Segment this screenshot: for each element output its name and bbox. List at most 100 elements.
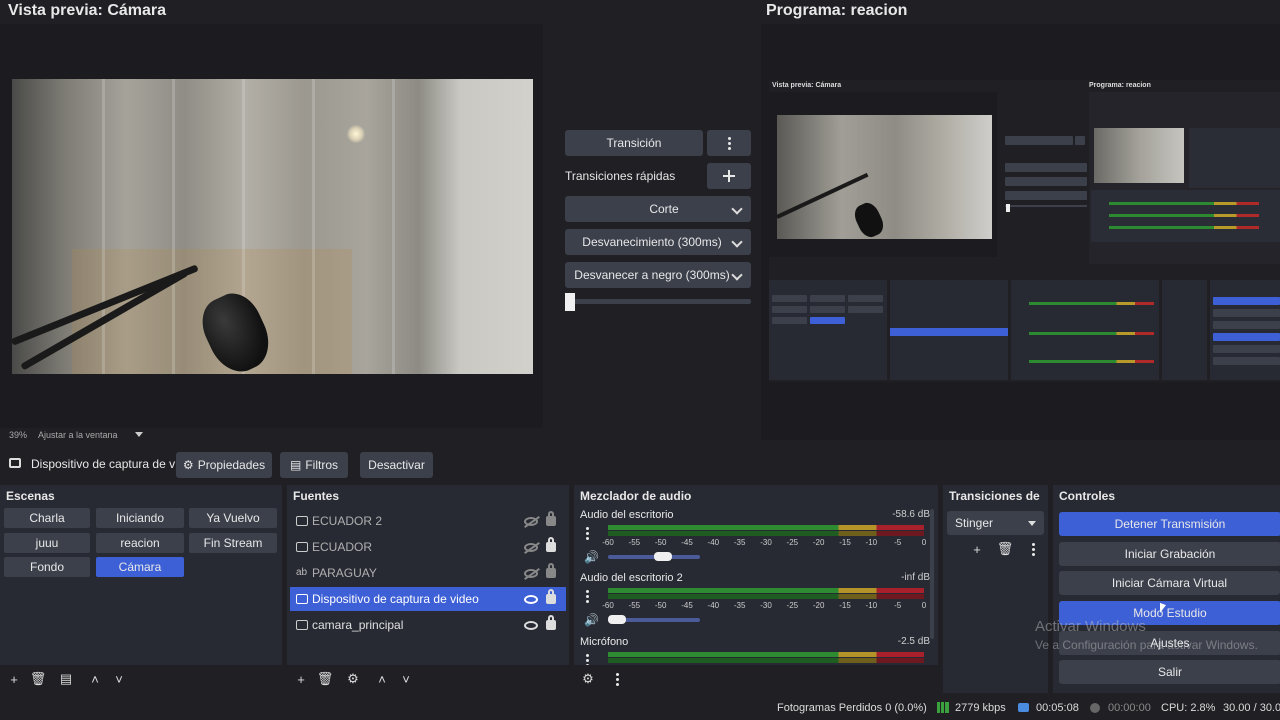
transition-select[interactable]: Stinger (947, 511, 1044, 535)
scene-filter-icon[interactable]: ▤ (59, 671, 73, 686)
volume-knob[interactable] (608, 615, 626, 624)
transition-options-button[interactable] (707, 130, 751, 156)
selected-source-name: Dispositivo de captura de v (31, 457, 176, 471)
start-recording-button[interactable]: Iniciar Grabación (1059, 542, 1280, 566)
scene-button[interactable]: Fin Stream (189, 533, 277, 553)
quick-transition-fade[interactable]: Desvanecimiento (300ms) (565, 229, 751, 255)
properties-button[interactable]: ⚙ Propiedades (176, 452, 272, 478)
scene-button[interactable]: Iniciando (96, 508, 184, 528)
activation-watermark-title: Activar Windows (1035, 618, 1146, 635)
source-toolbar: Dispositivo de captura de v ⚙ Propiedade… (0, 447, 1280, 481)
eye-off-icon[interactable] (524, 568, 538, 578)
program-title: Programa: reacion (766, 2, 908, 19)
meter-tick-label: -40 (707, 538, 720, 547)
more-vert-icon[interactable] (1026, 542, 1040, 556)
source-row[interactable]: ECUADOR (290, 535, 566, 559)
meter-tick-label: -10 (865, 601, 878, 610)
scene-button[interactable]: Charla (4, 508, 90, 528)
chevron-down-icon (731, 203, 743, 215)
lock-icon[interactable] (546, 615, 556, 630)
fit-dropdown-icon[interactable] (135, 432, 143, 437)
deactivate-label: Desactivar (368, 458, 425, 472)
source-row[interactable]: ECUADOR 2 (290, 509, 566, 533)
audio-meter (608, 658, 924, 663)
record-time: 00:00:00 (1108, 702, 1151, 714)
activation-watermark-text: Ve a Configuración para activar Windows. (1035, 638, 1258, 652)
move-up-icon[interactable]: ˄ (375, 672, 389, 687)
transition-button[interactable]: Transición (565, 130, 703, 156)
camera-preview-image (12, 79, 533, 374)
source-row[interactable]: ab PARAGUAY (290, 561, 566, 585)
fit-window-label[interactable]: Ajustar a la ventana (38, 430, 118, 440)
more-vert-icon[interactable] (586, 590, 589, 603)
move-down-icon[interactable]: ˅ (399, 672, 413, 687)
gear-icon[interactable]: ⚙ (581, 671, 595, 686)
meter-tick-label: -40 (707, 601, 720, 610)
mixer-toolbar: ⚙ (574, 665, 938, 693)
speaker-icon[interactable]: 🔊 (584, 614, 599, 626)
deactivate-button[interactable]: Desactivar (360, 452, 433, 478)
gear-icon[interactable]: ⚙ (346, 671, 360, 686)
lock-icon[interactable] (546, 563, 556, 578)
add-quick-transition-button[interactable] (707, 163, 751, 189)
lock-icon[interactable] (546, 511, 556, 526)
image-icon (296, 542, 308, 552)
add-scene-icon[interactable]: + (7, 672, 21, 687)
audio-mixer-dock: Mezclador de audio Audio del escritorio … (574, 485, 938, 693)
scenes-title: Escenas (6, 489, 55, 503)
filter-icon: ▤ (289, 458, 302, 472)
add-source-icon[interactable]: + (294, 672, 308, 687)
meter-tick-label: -45 (681, 601, 693, 610)
move-down-icon[interactable]: ˅ (112, 672, 126, 687)
program-mini-screen: Vista previa: Cámara Programa: reacion (769, 80, 1280, 382)
transition-select-value: Stinger (955, 516, 994, 530)
quick-transition-cut[interactable]: Corte (565, 196, 751, 222)
gear-icon: ⚙ (182, 458, 194, 472)
mixer-channel: Micrófono -2.5 dB (580, 636, 930, 666)
scene-button[interactable]: reacion (96, 533, 184, 553)
eye-icon[interactable] (524, 594, 538, 604)
sources-dock: Fuentes ECUADOR 2 ECUADOR ab PARAGUAY Di… (287, 485, 569, 693)
move-up-icon[interactable]: ˄ (88, 672, 102, 687)
tbar-handle[interactable] (565, 293, 575, 311)
fps: 30.00 / 30.00 (1223, 702, 1280, 714)
meter-tick-label: -45 (681, 538, 693, 547)
sources-toolbar: + 🗑 ⚙ ˄ ˅ (287, 665, 569, 693)
quick-transition-label: Desvanecimiento (300ms) (582, 235, 722, 249)
eye-off-icon[interactable] (524, 542, 538, 552)
filters-button[interactable]: ▤ Filtros (280, 452, 348, 478)
lock-icon[interactable] (546, 537, 556, 552)
volume-knob[interactable] (653, 552, 672, 561)
add-transition-icon[interactable]: + (970, 542, 984, 557)
mixer-scrollbar[interactable] (930, 509, 934, 639)
scene-button-active[interactable]: Cámara (96, 557, 184, 577)
image-icon (296, 516, 308, 526)
source-row-selected[interactable]: Dispositivo de captura de video (290, 587, 566, 611)
lock-icon[interactable] (546, 589, 556, 604)
broadcast-icon (1018, 703, 1029, 712)
trash-icon[interactable]: 🗑 (997, 541, 1014, 556)
quick-transition-fade-black[interactable]: Desvanecer a negro (300ms) (565, 262, 751, 288)
more-vert-icon[interactable] (586, 527, 589, 540)
more-vert-icon[interactable] (610, 672, 624, 686)
trash-icon[interactable]: 🗑 (30, 671, 47, 686)
trash-icon[interactable]: 🗑 (317, 671, 334, 686)
eye-icon[interactable] (524, 620, 538, 630)
mini-preview-title: Vista previa: Cámara (772, 82, 842, 89)
stop-streaming-button[interactable]: Detener Transmisión (1059, 512, 1280, 536)
eye-off-icon[interactable] (524, 516, 538, 526)
speaker-icon[interactable]: 🔊 (584, 551, 599, 563)
meter-tick-label: -10 (865, 538, 878, 547)
meter-tick-label: 0 (921, 601, 927, 610)
exit-button[interactable]: Salir (1059, 660, 1280, 684)
source-row[interactable]: camara_principal (290, 613, 566, 637)
scene-button[interactable]: Fondo (4, 557, 90, 577)
sources-title: Fuentes (293, 489, 340, 503)
channel-name: Micrófono (580, 636, 629, 648)
audio-meter (608, 525, 924, 530)
start-virtual-camera-button[interactable]: Iniciar Cámara Virtual (1059, 571, 1280, 595)
dropped-frames: Fotogramas Perdidos 0 (0.0%) (777, 702, 927, 714)
scene-button[interactable]: Ya Vuelvo (189, 508, 277, 528)
tbar-slider[interactable] (565, 299, 751, 304)
scene-button[interactable]: juuu (4, 533, 90, 553)
